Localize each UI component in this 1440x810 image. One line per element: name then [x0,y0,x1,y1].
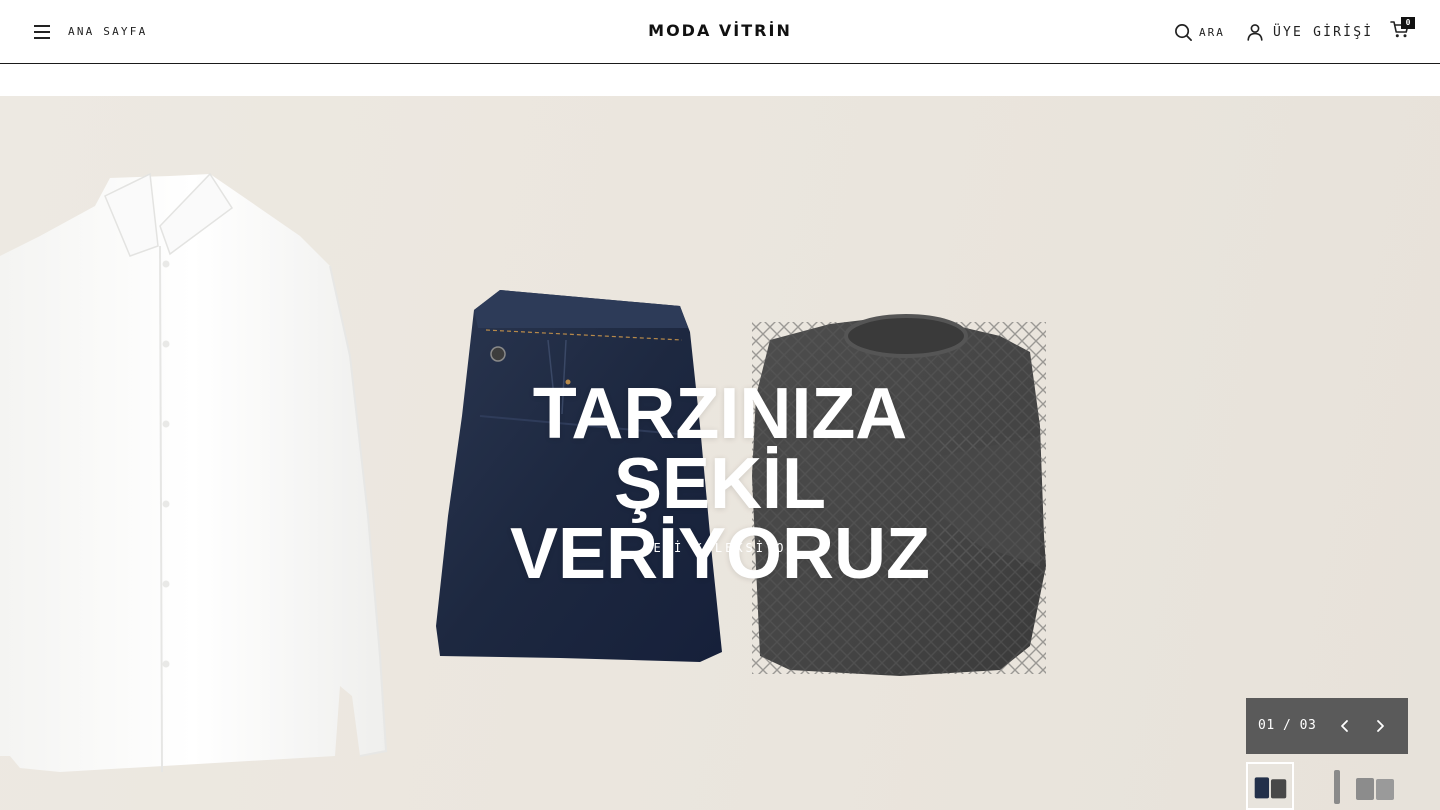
slider-next-button[interactable] [1368,713,1392,739]
hero-subtitle: YENİ KOLEKSİYON [643,541,797,555]
slide-thumbnail[interactable] [1322,764,1402,810]
chevron-right-icon [1377,720,1384,732]
login-label: ÜYE GİRİŞİ [1273,24,1374,40]
menu-icon[interactable] [34,25,50,39]
thumbnail-image [1248,764,1292,808]
thumbnail-image [1334,770,1394,804]
search-icon [1175,23,1192,41]
hero-title: TARZINIZA ŞEKİL VERİYORUZ [420,374,1020,590]
cart-count-badge: 0 [1401,17,1415,29]
brand-name[interactable]: MODA VİTRİN [648,21,792,40]
slide-thumbnail[interactable] [1246,762,1294,810]
user-icon [1247,24,1263,41]
search-label: ARA [1199,25,1225,39]
hero-banner: TARZINIZA ŞEKİL VERİYORUZ YENİ KOLEKSİYO… [0,96,1440,810]
site-header: ANA SAYFA MODA VİTRİN ARA ÜYE GİRİŞİ 0 [0,0,1440,64]
hero-title-line-1: TARZINIZA ŞEKİL [532,374,908,524]
slider-prev-button[interactable] [1333,713,1357,739]
slide-counter: 01 / 03 [1258,718,1317,733]
login-button[interactable]: ÜYE GİRİŞİ [1246,22,1373,42]
nav-home-link[interactable]: ANA SAYFA [68,25,147,38]
search-button[interactable]: ARA [1174,22,1225,42]
chevron-left-icon [1341,720,1348,732]
